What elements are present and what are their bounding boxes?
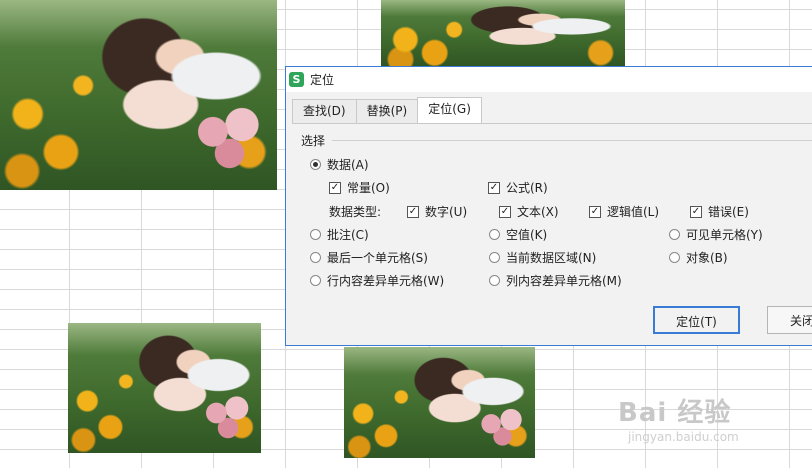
dialog-title: 定位 bbox=[310, 73, 335, 87]
option-formulas[interactable]: ✓ 公式(R) bbox=[488, 179, 548, 196]
option-label: 最后一个单元格(S) bbox=[327, 251, 428, 265]
radio-icon[interactable] bbox=[310, 275, 321, 286]
tab-replace[interactable]: 替换(P) bbox=[355, 99, 419, 123]
option-label: 对象(B) bbox=[686, 251, 728, 265]
radio-icon[interactable] bbox=[669, 252, 680, 263]
option-objects[interactable]: 对象(B) bbox=[669, 249, 728, 266]
tab-find[interactable]: 查找(D) bbox=[292, 99, 357, 123]
option-column-differences[interactable]: 列内容差异单元格(M) bbox=[489, 272, 622, 289]
option-label: 逻辑值(L) bbox=[607, 205, 660, 219]
option-label: 列内容差异单元格(M) bbox=[506, 274, 622, 288]
option-label: 文本(X) bbox=[517, 205, 559, 219]
close-button[interactable]: 关闭 bbox=[767, 306, 812, 334]
option-last-cell[interactable]: 最后一个单元格(S) bbox=[310, 249, 428, 266]
option-text[interactable]: ✓ 文本(X) bbox=[499, 203, 559, 220]
radio-icon[interactable] bbox=[669, 229, 680, 240]
option-label: 当前数据区域(N) bbox=[506, 251, 597, 265]
option-constants[interactable]: ✓ 常量(O) bbox=[329, 179, 390, 196]
checkbox-checked-icon[interactable]: ✓ bbox=[488, 181, 500, 194]
option-blanks[interactable]: 空值(K) bbox=[489, 226, 547, 243]
baidu-watermark: Bai 经验 bbox=[618, 398, 732, 428]
group-divider bbox=[332, 140, 812, 141]
option-label: 数据(A) bbox=[327, 158, 369, 172]
data-type-text: 数据类型: bbox=[329, 205, 382, 219]
option-data[interactable]: 数据(A) bbox=[310, 156, 369, 173]
option-numbers[interactable]: ✓ 数字(U) bbox=[407, 203, 467, 220]
dialog-tabs: 查找(D) 替换(P) 定位(G) bbox=[292, 97, 482, 123]
checkbox-checked-icon[interactable]: ✓ bbox=[690, 205, 702, 218]
radio-icon[interactable] bbox=[489, 252, 500, 263]
group-label: 选择 bbox=[301, 134, 326, 148]
inserted-photo[interactable] bbox=[344, 347, 535, 458]
baidu-watermark-url: jingyan.baidu.com bbox=[628, 430, 739, 444]
option-row-differences[interactable]: 行内容差异单元格(W) bbox=[310, 272, 444, 289]
inserted-photo[interactable] bbox=[381, 0, 625, 66]
option-label: 批注(C) bbox=[327, 228, 369, 242]
option-label: 错误(E) bbox=[708, 205, 749, 219]
radio-icon[interactable] bbox=[310, 229, 321, 240]
wps-app-icon: S bbox=[289, 72, 304, 87]
inserted-photo[interactable] bbox=[68, 323, 261, 453]
goto-panel: 选择 数据(A) ✓ 常量(O) ✓ 公式(R) 数据类型: ✓ 数字(U) ✓… bbox=[292, 123, 812, 298]
option-comments[interactable]: 批注(C) bbox=[310, 226, 369, 243]
option-visible-cells[interactable]: 可见单元格(Y) bbox=[669, 226, 763, 243]
radio-icon[interactable] bbox=[489, 229, 500, 240]
goto-dialog: S 定位 查找(D) 替换(P) 定位(G) 选择 数据(A) ✓ 常量(O) … bbox=[285, 66, 812, 346]
checkbox-checked-icon[interactable]: ✓ bbox=[407, 205, 419, 218]
option-label: 数字(U) bbox=[425, 205, 468, 219]
inserted-photo[interactable] bbox=[0, 0, 277, 190]
option-label: 可见单元格(Y) bbox=[686, 228, 763, 242]
checkbox-checked-icon[interactable]: ✓ bbox=[589, 205, 601, 218]
option-label: 空值(K) bbox=[506, 228, 548, 242]
tab-goto[interactable]: 定位(G) bbox=[417, 97, 482, 123]
dialog-titlebar[interactable]: S 定位 bbox=[286, 67, 812, 92]
flower-bouquet bbox=[473, 406, 532, 450]
option-errors[interactable]: ✓ 错误(E) bbox=[690, 203, 749, 220]
radio-icon[interactable] bbox=[310, 159, 321, 170]
checkbox-checked-icon[interactable]: ✓ bbox=[499, 205, 511, 218]
radio-icon[interactable] bbox=[489, 275, 500, 286]
data-type-label: 数据类型: bbox=[329, 203, 381, 220]
option-current-region[interactable]: 当前数据区域(N) bbox=[489, 249, 596, 266]
option-logicals[interactable]: ✓ 逻辑值(L) bbox=[589, 203, 659, 220]
flower-bouquet bbox=[199, 393, 258, 443]
checkbox-checked-icon[interactable]: ✓ bbox=[329, 181, 341, 194]
flower-bouquet bbox=[188, 102, 272, 175]
option-label: 常量(O) bbox=[347, 181, 390, 195]
goto-button[interactable]: 定位(T) bbox=[653, 306, 740, 334]
radio-icon[interactable] bbox=[310, 252, 321, 263]
option-label: 行内容差异单元格(W) bbox=[327, 274, 445, 288]
option-label: 公式(R) bbox=[506, 181, 548, 195]
